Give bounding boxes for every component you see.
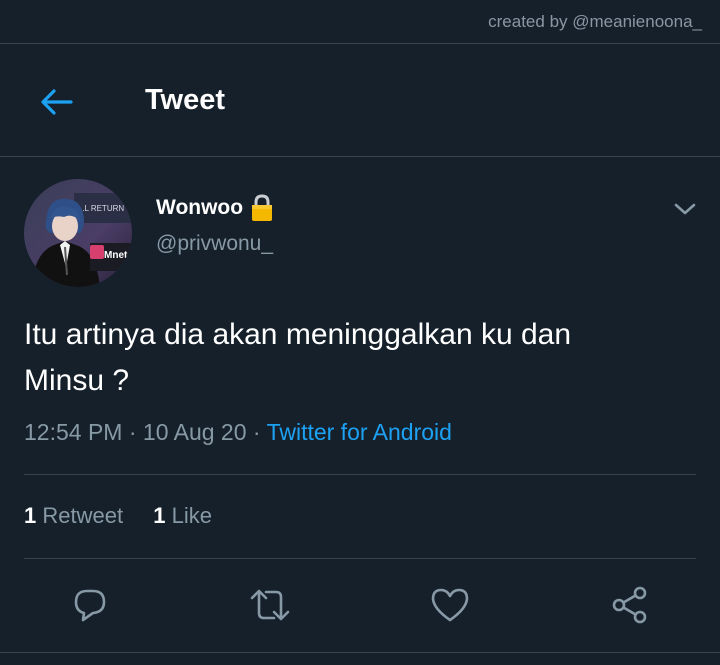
avatar[interactable]: ..L RETURN Mnet	[24, 179, 132, 287]
like-icon	[431, 588, 469, 622]
retweets-stat[interactable]: 1 Retweet	[24, 503, 123, 529]
meta-separator: ·	[128, 419, 137, 445]
page-title: Tweet	[145, 84, 226, 116]
share-button[interactable]	[608, 583, 652, 627]
tweet-text: Itu artinya dia akan meninggalkan ku dan…	[24, 312, 694, 404]
top-divider	[0, 43, 720, 44]
likes-stat[interactable]: 1 Like	[153, 503, 212, 529]
stats-divider	[24, 558, 696, 559]
arrow-left-icon	[41, 89, 73, 115]
tweet-text-line: Itu artinya dia akan meninggalkan ku dan	[24, 318, 572, 351]
reply-icon	[74, 589, 106, 622]
meta-divider	[24, 474, 696, 475]
share-icon	[612, 586, 647, 624]
retweets-label: Retweet	[42, 503, 124, 528]
tweet-meta: 12:54 PM · 10 Aug 20 · Twitter for Andro…	[24, 419, 452, 446]
tweet-stats: 1 Retweet 1 Like	[24, 503, 236, 529]
tweet-time: 12:54 PM	[24, 419, 123, 445]
avatar-brand-text: Mnet	[104, 250, 128, 261]
watermark-text: created by @meanienoona_	[488, 12, 702, 31]
bottom-divider	[0, 652, 720, 653]
header-divider	[0, 156, 720, 157]
tweet-date: 10 Aug 20	[142, 419, 247, 445]
chevron-down-icon	[674, 203, 696, 215]
tweet-source-link[interactable]: Twitter for Android	[267, 419, 452, 445]
retweet-icon	[250, 589, 290, 621]
avatar-banner-text: ..L RETURN	[80, 204, 124, 213]
author-display-name[interactable]: Wonwoo	[156, 194, 273, 222]
display-name-text: Wonwoo	[156, 196, 244, 219]
tweet-menu-button[interactable]	[668, 196, 702, 222]
retweets-count: 1	[24, 503, 37, 528]
like-button[interactable]	[428, 583, 472, 627]
tweet-text-line: Minsu ?	[24, 364, 130, 397]
retweet-button[interactable]	[248, 583, 292, 627]
likes-count: 1	[153, 503, 166, 528]
lock-icon	[251, 194, 273, 222]
back-button[interactable]	[36, 82, 76, 122]
author-handle[interactable]: @privwonu_	[156, 232, 273, 256]
meta-separator: ·	[252, 419, 261, 445]
reply-button[interactable]	[68, 583, 112, 627]
likes-label: Like	[171, 503, 212, 528]
